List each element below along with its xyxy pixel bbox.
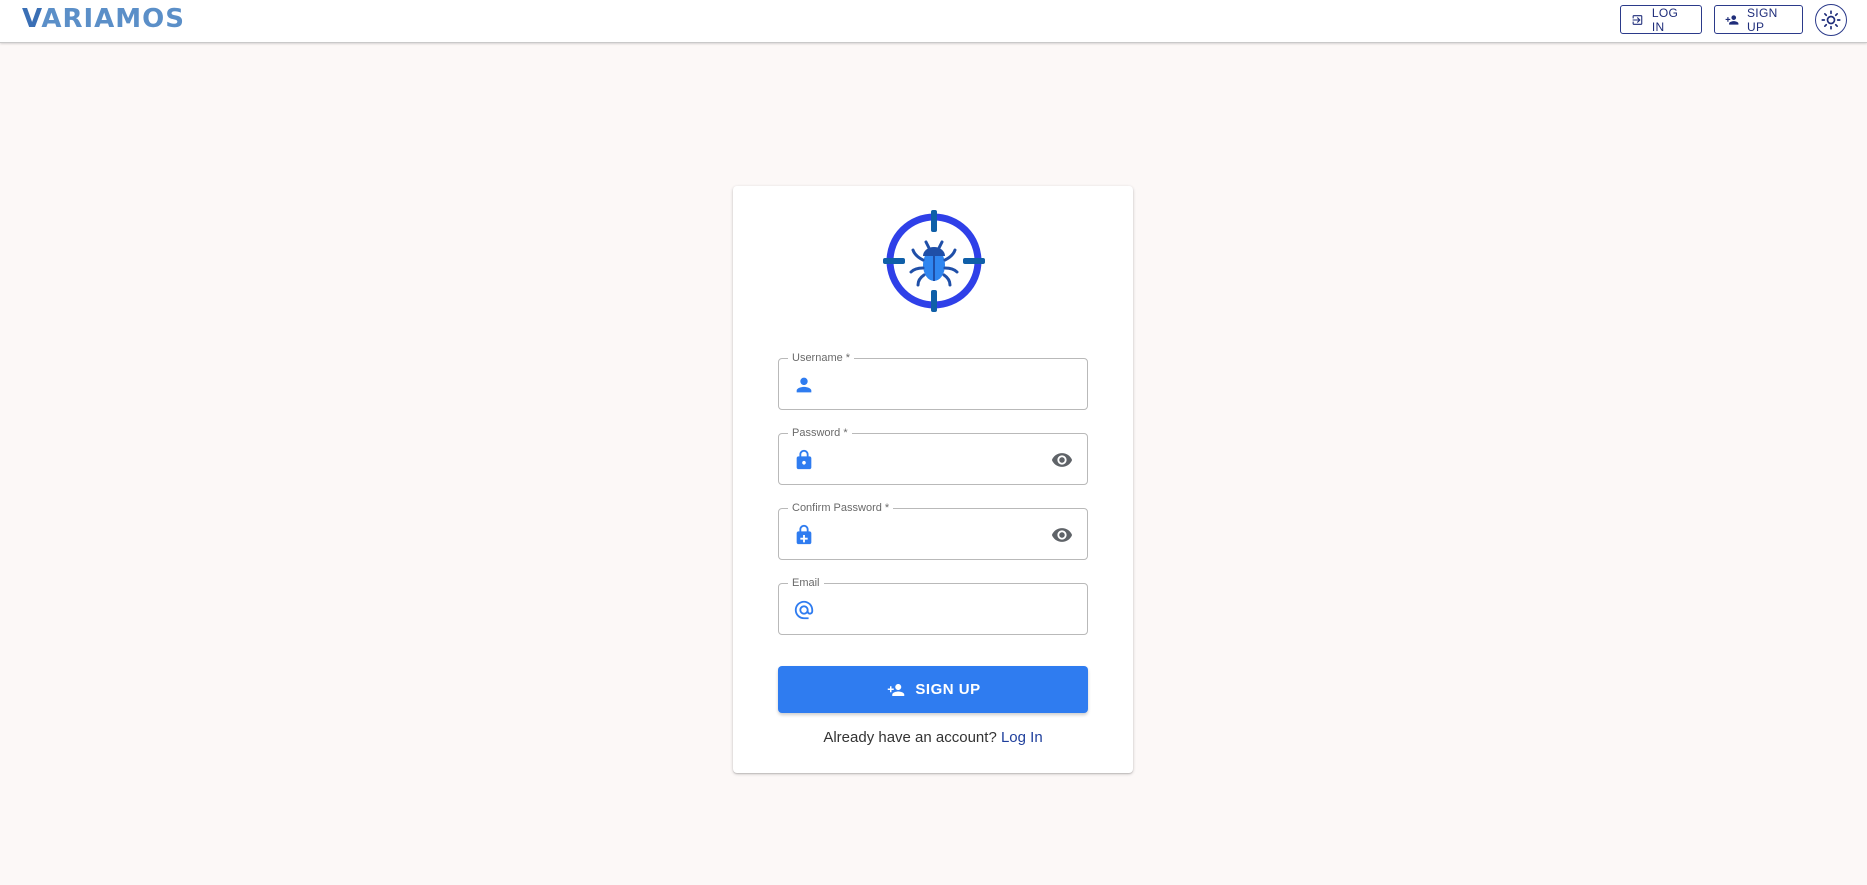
login-link[interactable]: Log In <box>1001 729 1043 746</box>
login-prompt: Already have an account? Log In <box>733 729 1133 746</box>
password-input[interactable] <box>823 442 1023 476</box>
password-field[interactable]: Password * <box>778 426 1088 485</box>
person-add-icon <box>1725 14 1739 25</box>
confirm-password-input[interactable] <box>823 517 1023 551</box>
login-prompt-text: Already have an account? <box>823 729 997 746</box>
signup-nav-label: SIGN UP <box>1747 5 1778 34</box>
email-field[interactable]: Email <box>778 576 1088 635</box>
eye-icon[interactable] <box>1050 449 1074 471</box>
lock-plus-icon <box>796 524 812 545</box>
login-nav-label: LOG IN <box>1651 5 1679 34</box>
confirm-password-field[interactable]: Confirm Password * <box>778 501 1088 560</box>
person-icon <box>796 377 812 393</box>
variamos-logo[interactable]: VARIAMOS <box>22 4 185 34</box>
login-icon <box>1632 14 1643 25</box>
lock-icon <box>796 449 812 470</box>
top-app-bar: VARIAMOS LOG IN SIGN UP <box>0 0 1867 43</box>
sun-icon <box>1821 10 1841 30</box>
email-input[interactable] <box>823 592 1023 626</box>
username-field[interactable]: Username * <box>778 351 1088 410</box>
signup-nav-button[interactable]: SIGN UP <box>1714 5 1803 34</box>
person-add-icon <box>888 683 905 696</box>
confirm-password-label: Confirm Password * <box>788 501 894 515</box>
signup-card: Username * Password * Confirm Password *… <box>733 186 1133 773</box>
username-label: Username * <box>788 351 855 365</box>
login-nav-button[interactable]: LOG IN <box>1620 5 1702 34</box>
logo-text: ARIAMOS <box>41 4 185 34</box>
logo-letter-v: V <box>22 4 42 34</box>
email-label: Email <box>788 576 824 590</box>
signup-submit-button[interactable]: SIGN UP <box>778 666 1088 713</box>
password-label: Password * <box>788 426 852 440</box>
signup-submit-label: SIGN UP <box>915 681 981 698</box>
username-input[interactable] <box>823 367 1023 401</box>
email-at-icon <box>794 600 814 620</box>
theme-toggle-button[interactable] <box>1815 4 1847 36</box>
bug-target-icon <box>883 210 985 312</box>
eye-icon[interactable] <box>1050 524 1074 546</box>
